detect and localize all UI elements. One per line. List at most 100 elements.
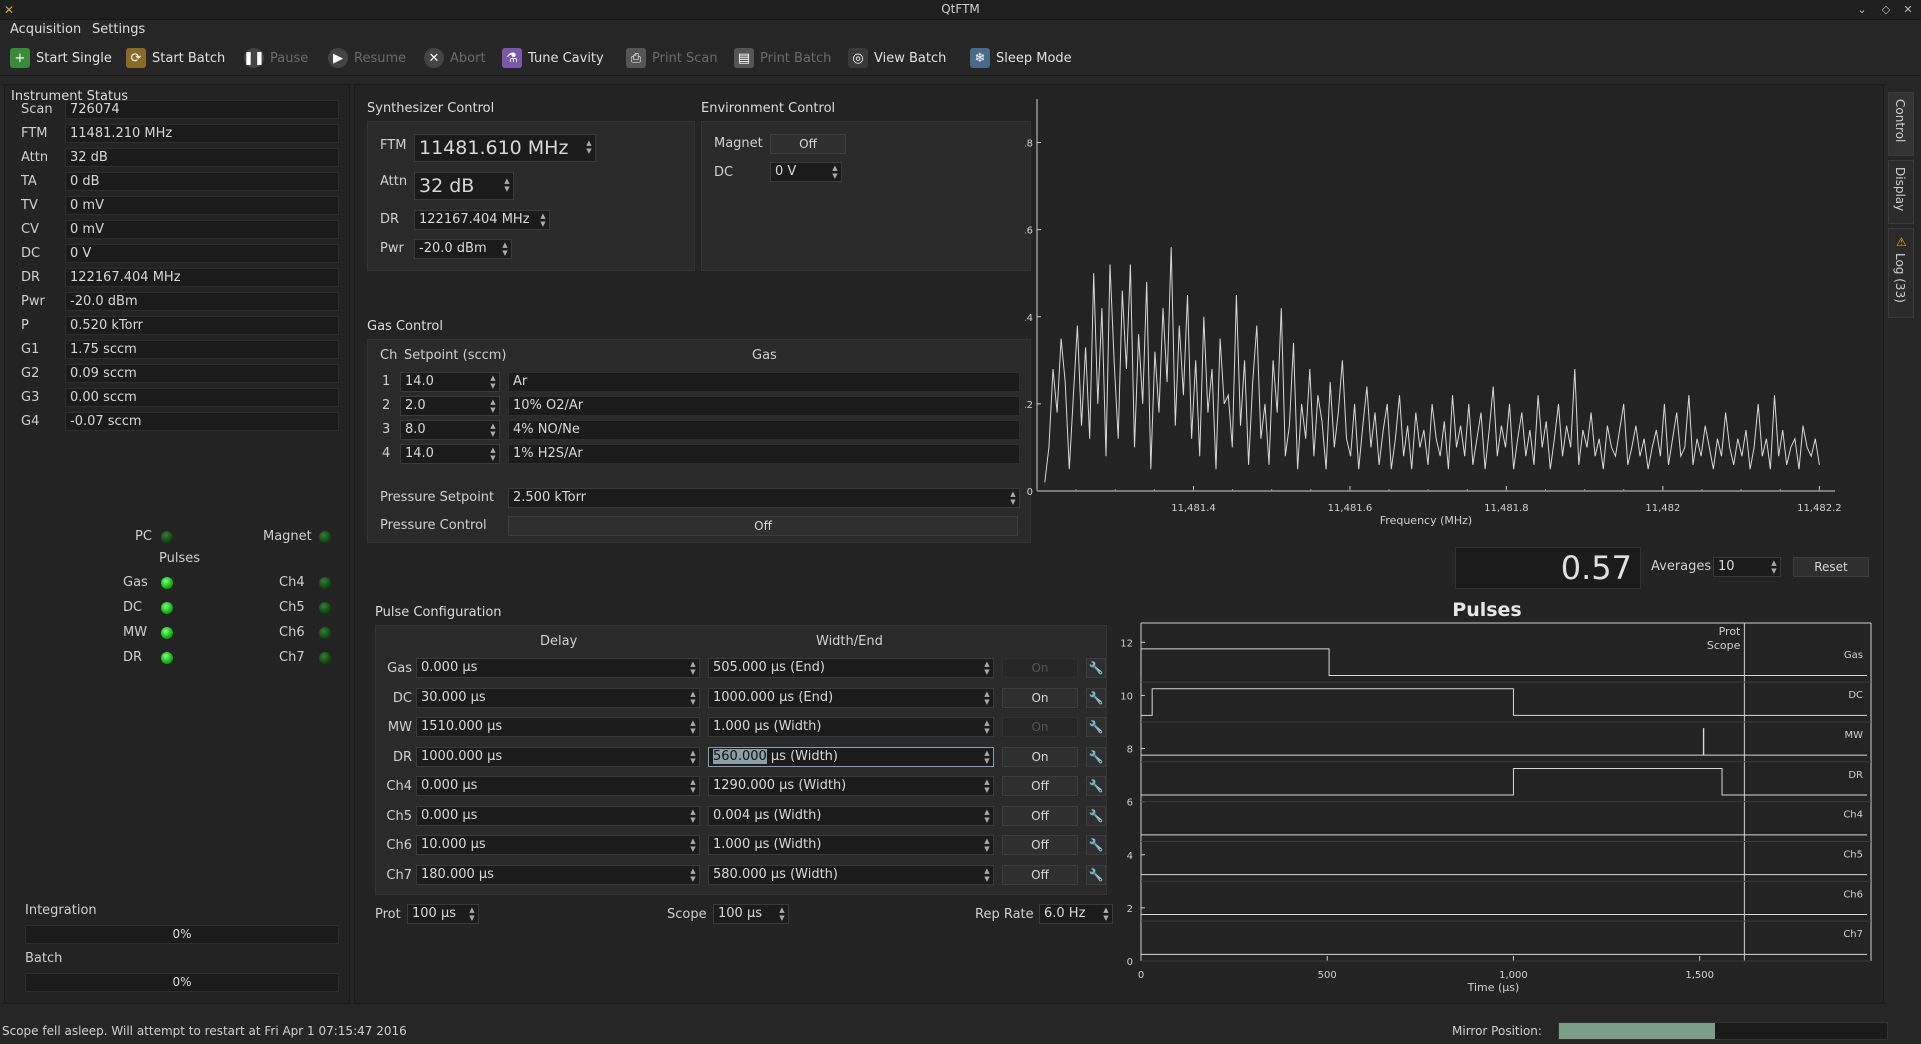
pulse-delay-spinbox-mw[interactable]: 1510.000 µs ▲ ▼ — [416, 717, 700, 737]
pulse-delay-spinbox-dc[interactable]: 30.000 µs ▲ ▼ — [416, 687, 700, 708]
tune-cavity-button[interactable]: ⚗ Tune Cavity — [502, 46, 604, 70]
print-scan-button[interactable]: ⎙ Print Scan — [626, 46, 718, 70]
spin-arrows-icon[interactable]: ▲ ▼ — [689, 719, 697, 735]
pulse-width-spinbox-dc[interactable]: 1000.000 µs (End) ▲ ▼ — [708, 687, 994, 708]
spin-arrows-icon[interactable]: ▲ ▼ — [778, 906, 786, 922]
spin-arrows-icon[interactable]: ▲ ▼ — [983, 867, 991, 883]
pulses-plot[interactable]: Pulses 0246810120 500 1,000 1,500ProtScope … — [1111, 595, 1881, 995]
start-single-button[interactable]: + Start Single — [10, 46, 112, 70]
pulse-delay-spinbox-ch5[interactable]: 0.000 µs ▲ ▼ — [416, 805, 700, 826]
wrench-icon[interactable]: 🔧 — [1086, 717, 1106, 737]
gas-name-field-2[interactable]: 10% O2/Ar — [508, 396, 1020, 416]
rep-rate-spinbox[interactable]: 6.0 Hz ▲ ▼ — [1039, 904, 1113, 924]
tab-display[interactable]: Display — [1888, 160, 1914, 224]
pulse-toggle-button-gas[interactable]: On — [1002, 658, 1078, 678]
gas-setpoint-spinbox-1[interactable]: 14.0 ▲ ▼ — [400, 372, 500, 392]
pulse-width-spinbox-gas[interactable]: 505.000 µs (End) ▲ ▼ — [708, 658, 994, 678]
spin-arrows-icon[interactable]: ▲ ▼ — [489, 398, 497, 414]
pressure-control-button[interactable]: Off — [508, 516, 1018, 536]
pulse-delay-spinbox-ch4[interactable]: 0.000 µs ▲ ▼ — [416, 776, 700, 796]
spin-arrows-icon[interactable]: ▲ ▼ — [1009, 490, 1017, 506]
pulse-delay-spinbox-dr[interactable]: 1000.000 µs ▲ ▼ — [416, 746, 700, 767]
spin-arrows-icon[interactable]: ▲ ▼ — [983, 749, 991, 765]
abort-button[interactable]: ✕ Abort — [424, 46, 486, 70]
ft-spectrum-plot[interactable]: 0 0.2 0.4 0.6 0.8 11,481.4 11,481.6 11,481.8 11,… — [1025, 91, 1845, 561]
pulse-toggle-button-dc[interactable]: On — [1002, 687, 1078, 708]
tab-control[interactable]: Control — [1888, 92, 1914, 156]
wrench-icon[interactable]: 🔧 — [1086, 658, 1106, 678]
spin-arrows-icon[interactable]: ▲ ▼ — [1102, 906, 1110, 922]
magnet-toggle-button[interactable]: Off — [770, 134, 846, 154]
averages-spinbox[interactable]: 10 ▲ ▼ — [1713, 557, 1781, 577]
pulse-delay-spinbox-ch7[interactable]: 180.000 µs ▲ ▼ — [416, 864, 700, 885]
menu-settings[interactable]: Settings — [92, 22, 145, 37]
gas-name-field-1[interactable]: Ar — [508, 372, 1020, 392]
gas-setpoint-spinbox-4[interactable]: 14.0 ▲ ▼ — [400, 444, 500, 464]
wrench-icon[interactable]: 🔧 — [1086, 805, 1106, 826]
pulse-toggle-button-ch5[interactable]: Off — [1002, 805, 1078, 826]
spin-arrows-icon[interactable]: ▲ ▼ — [585, 139, 593, 155]
reset-button[interactable]: Reset — [1793, 557, 1869, 577]
pulse-width-spinbox-ch7[interactable]: 580.000 µs (Width) ▲ ▼ — [708, 864, 994, 885]
wrench-icon[interactable]: 🔧 — [1086, 776, 1106, 796]
spin-arrows-icon[interactable]: ▲ ▼ — [983, 719, 991, 735]
pulse-toggle-button-ch6[interactable]: Off — [1002, 835, 1078, 855]
ftm-frequency-spinbox[interactable]: 11481.610 MHz ▲ ▼ — [414, 134, 596, 162]
close-icon[interactable]: ✕ — [1900, 2, 1916, 18]
spin-arrows-icon[interactable]: ▲ ▼ — [983, 778, 991, 794]
print-batch-button[interactable]: ▤ Print Batch — [734, 46, 831, 70]
spin-arrows-icon[interactable]: ▲ ▼ — [539, 212, 547, 228]
dr-frequency-spinbox[interactable]: 122167.404 MHz ▲ ▼ — [414, 210, 550, 230]
tab-log[interactable]: ⚠ Log (33) — [1888, 228, 1914, 318]
pause-button[interactable]: ❚❚ Pause — [243, 46, 308, 70]
pulse-toggle-button-mw[interactable]: On — [1002, 717, 1078, 737]
pressure-setpoint-spinbox[interactable]: 2.500 kTorr ▲ ▼ — [508, 488, 1020, 508]
wrench-icon[interactable]: 🔧 — [1086, 687, 1106, 708]
gas-setpoint-spinbox-3[interactable]: 8.0 ▲ ▼ — [400, 420, 500, 440]
pulse-toggle-button-ch4[interactable]: Off — [1002, 776, 1078, 796]
spin-arrows-icon[interactable]: ▲ ▼ — [689, 690, 697, 706]
spin-arrows-icon[interactable]: ▲ ▼ — [689, 749, 697, 765]
spin-arrows-icon[interactable]: ▲ ▼ — [689, 837, 697, 853]
pulse-width-spinbox-ch4[interactable]: 1290.000 µs (Width) ▲ ▼ — [708, 776, 994, 796]
maximize-icon[interactable]: ◇ — [1878, 2, 1894, 18]
wrench-icon[interactable]: 🔧 — [1086, 746, 1106, 767]
wrench-icon[interactable]: 🔧 — [1086, 864, 1106, 885]
wrench-icon[interactable]: 🔧 — [1086, 835, 1106, 855]
spin-arrows-icon[interactable]: ▲ ▼ — [983, 808, 991, 824]
spin-arrows-icon[interactable]: ▲ ▼ — [501, 241, 509, 257]
spin-arrows-icon[interactable]: ▲ ▼ — [468, 906, 476, 922]
pulse-width-spinbox-ch6[interactable]: 1.000 µs (Width) ▲ ▼ — [708, 835, 994, 855]
spin-arrows-icon[interactable]: ▲ ▼ — [831, 164, 839, 180]
attn-spinbox[interactable]: 32 dB ▲ ▼ — [414, 172, 514, 200]
spin-arrows-icon[interactable]: ▲ ▼ — [983, 837, 991, 853]
prot-spinbox[interactable]: 100 µs ▲ ▼ — [407, 904, 479, 924]
minimize-icon[interactable]: ⌄ — [1854, 2, 1870, 18]
pulse-toggle-button-ch7[interactable]: Off — [1002, 864, 1078, 885]
gas-setpoint-spinbox-2[interactable]: 2.0 ▲ ▼ — [400, 396, 500, 416]
spin-arrows-icon[interactable]: ▲ ▼ — [1770, 559, 1778, 575]
spin-arrows-icon[interactable]: ▲ ▼ — [689, 867, 697, 883]
view-batch-button[interactable]: ◎ View Batch — [848, 46, 946, 70]
spin-arrows-icon[interactable]: ▲ ▼ — [489, 374, 497, 390]
pulse-width-spinbox-mw[interactable]: 1.000 µs (Width) ▲ ▼ — [708, 717, 994, 737]
gas-name-field-3[interactable]: 4% NO/Ne — [508, 420, 1020, 440]
pulse-width-spinbox-ch5[interactable]: 0.004 µs (Width) ▲ ▼ — [708, 805, 994, 826]
spin-arrows-icon[interactable]: ▲ ▼ — [689, 660, 697, 676]
sleep-mode-button[interactable]: ❄ Sleep Mode — [970, 46, 1072, 70]
scope-spinbox[interactable]: 100 µs ▲ ▼ — [713, 904, 789, 924]
spin-arrows-icon[interactable]: ▲ ▼ — [983, 660, 991, 676]
pulse-width-spinbox-dr[interactable]: 560.000 µs (Width) ▲ ▼ — [708, 746, 994, 767]
dr-power-spinbox[interactable]: -20.0 dBm ▲ ▼ — [414, 239, 512, 259]
spin-arrows-icon[interactable]: ▲ ▼ — [489, 446, 497, 462]
start-batch-button[interactable]: ⟳ Start Batch — [126, 46, 225, 70]
spin-arrows-icon[interactable]: ▲ ▼ — [689, 778, 697, 794]
spin-arrows-icon[interactable]: ▲ ▼ — [489, 422, 497, 438]
resume-button[interactable]: ▶ Resume — [328, 46, 406, 70]
spin-arrows-icon[interactable]: ▲ ▼ — [983, 690, 991, 706]
gas-name-field-4[interactable]: 1% H2S/Ar — [508, 444, 1020, 464]
spin-arrows-icon[interactable]: ▲ ▼ — [503, 177, 511, 193]
spin-arrows-icon[interactable]: ▲ ▼ — [689, 808, 697, 824]
pulse-toggle-button-dr[interactable]: On — [1002, 746, 1078, 767]
pulse-delay-spinbox-ch6[interactable]: 10.000 µs ▲ ▼ — [416, 835, 700, 855]
